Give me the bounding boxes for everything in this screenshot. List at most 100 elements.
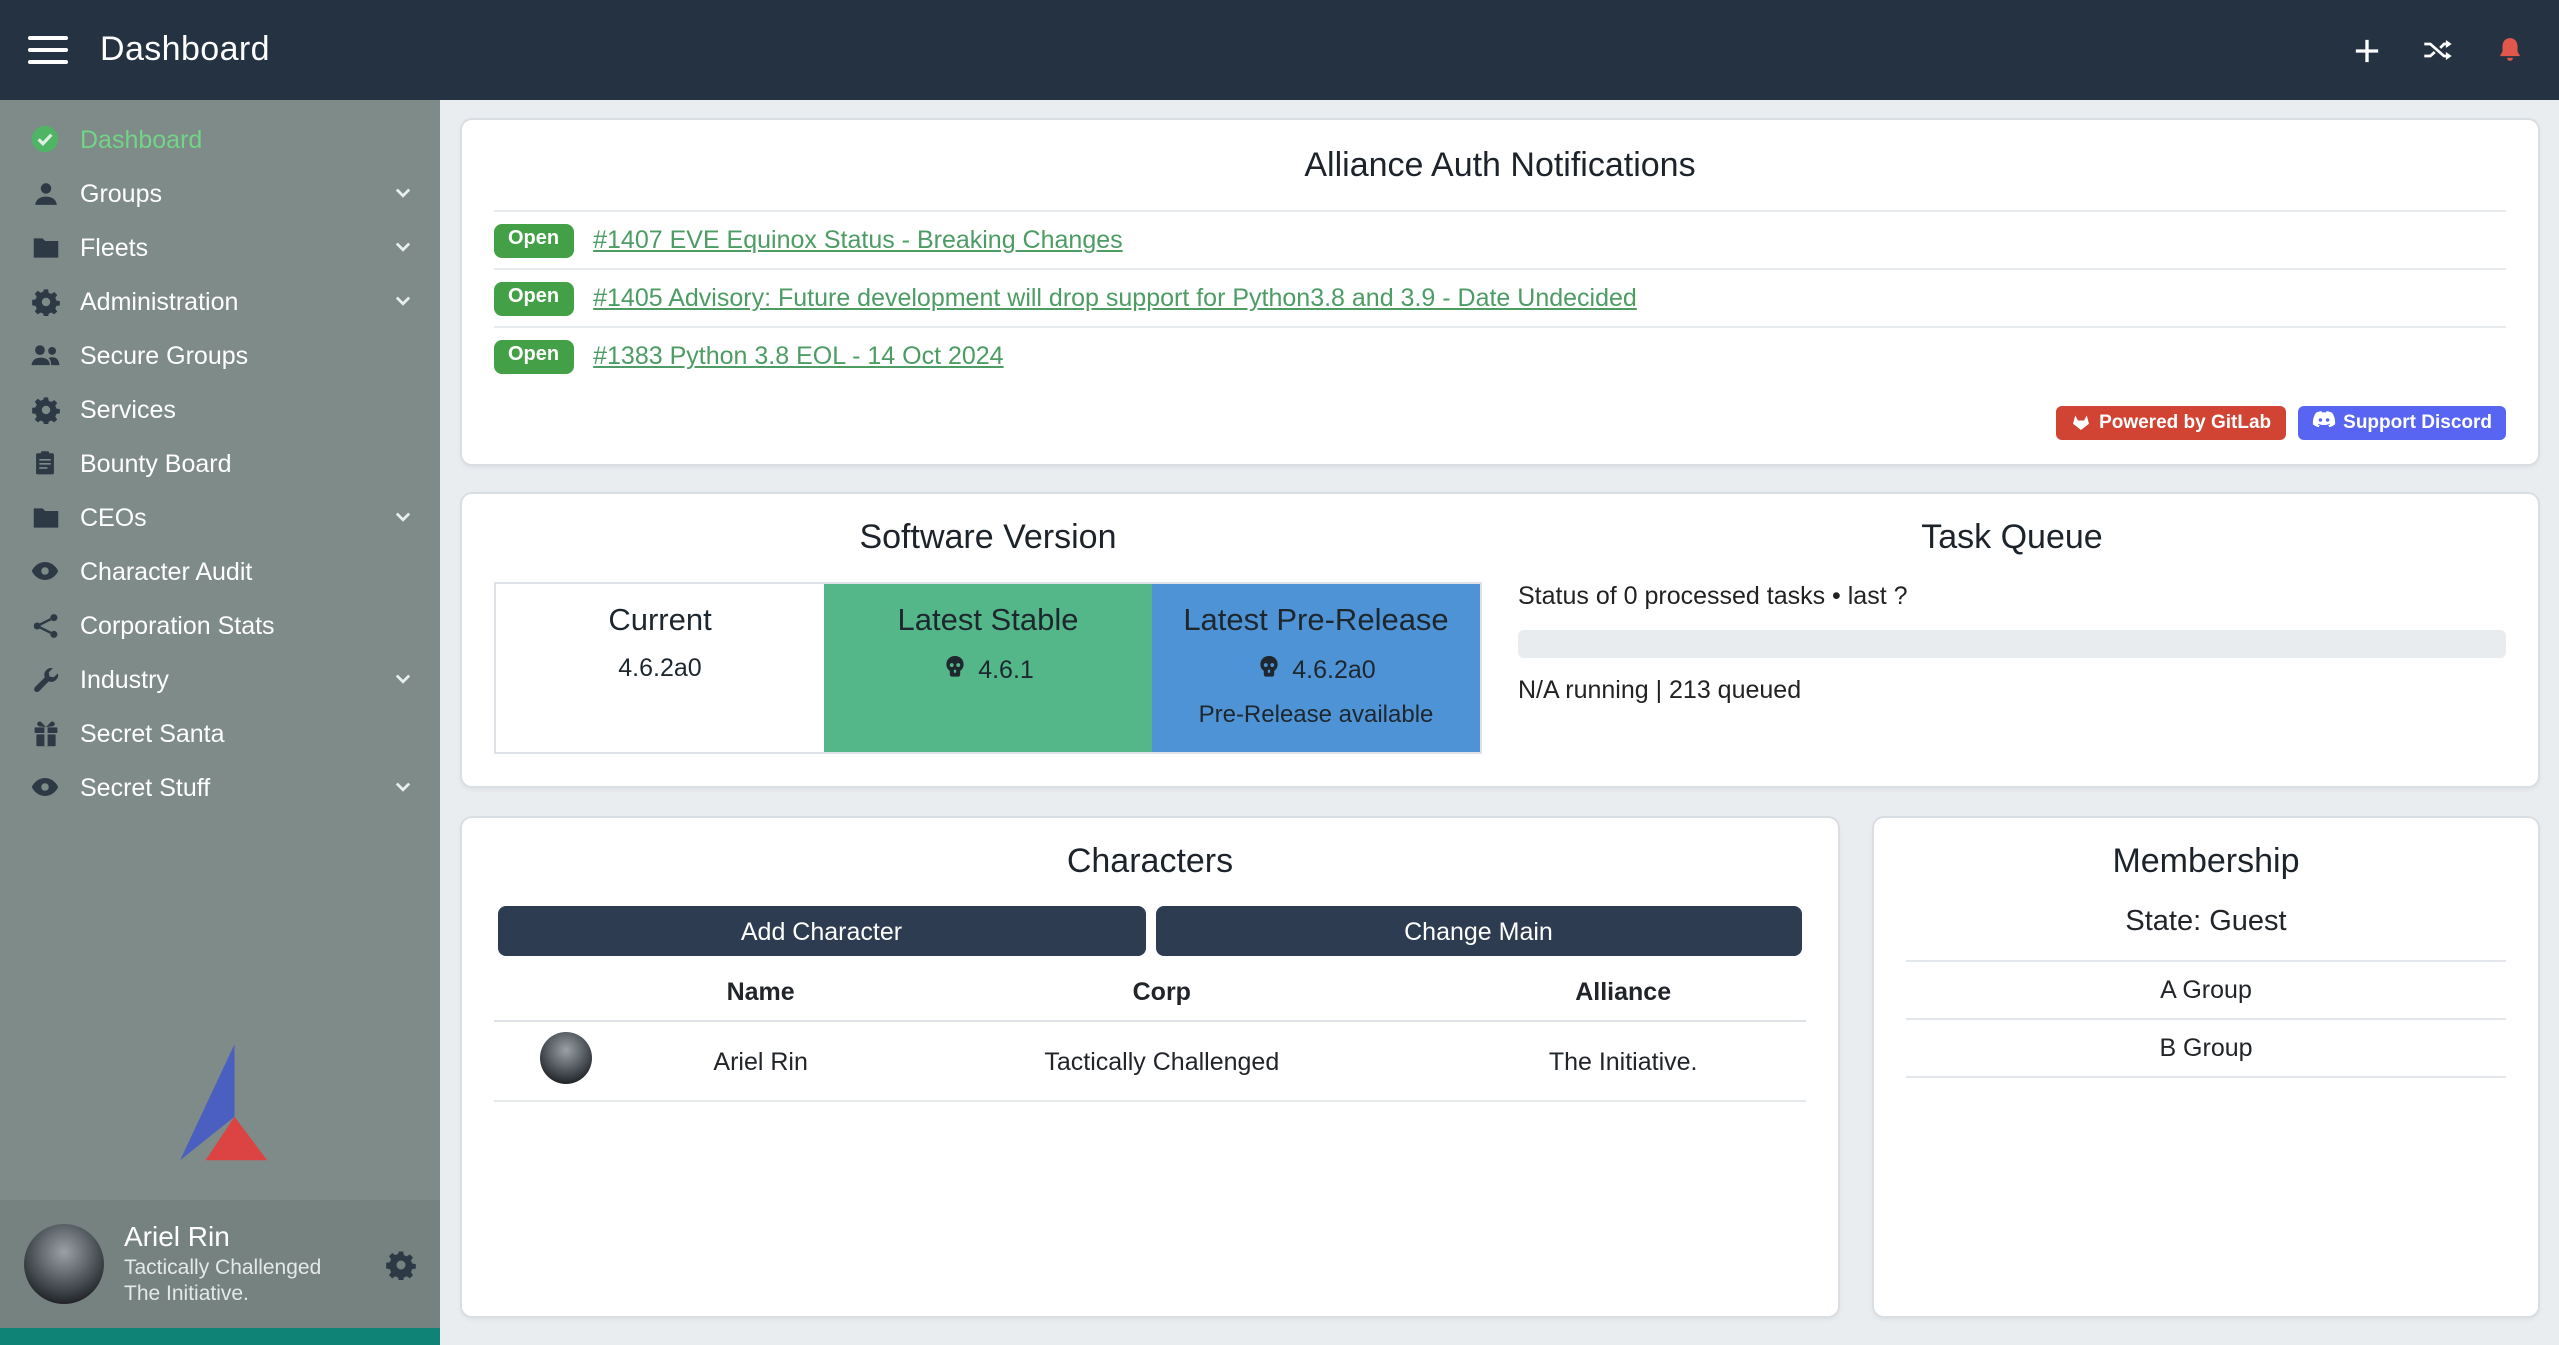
discord-badge[interactable]: Support Discord [2297,406,2506,440]
user-icon [28,177,62,209]
sidebar-item-label: Dashboard [80,125,414,153]
sidebar-item-label: Secret Stuff [80,773,392,801]
share-icon [28,609,62,641]
sidebar-item-fleets[interactable]: Fleets [0,220,440,274]
folder-icon [28,231,62,263]
task-queue-panel: Task Queue Status of 0 processed tasks •… [1518,518,2506,754]
sidebar-item-label: Secure Groups [80,341,414,369]
discord-icon [2311,410,2335,436]
membership-title: Membership [1906,842,2506,882]
skull-icon [942,654,968,686]
sidebar-item-dashboard[interactable]: Dashboard [0,112,440,166]
task-queue-title: Task Queue [1518,518,2506,558]
sidebar-item-secret-stuff[interactable]: Secret Stuff [0,760,440,814]
skull-icon [1256,654,1282,686]
sidebar: Dashboard GroupsFleets Administration Secur… [0,100,440,1345]
app-window: Dashboard Dashboard GroupsFleets Administr… [0,0,2559,1345]
change-main-button[interactable]: Change Main [1155,906,1802,956]
initiative-logo-icon [162,1041,278,1169]
version-prerelease: Latest Pre-Release 4.6.2a0 Pre-Release a… [1152,584,1480,752]
notification-link[interactable]: #1383 Python 3.8 EOL - 14 Oct 2024 [593,342,1003,370]
version-taskqueue-card: Software Version Current 4.6.2a0 Latest … [460,492,2540,788]
gears-icon [28,285,62,317]
topbar-actions [2354,36,2524,64]
clipboard-icon [28,447,62,479]
user-corp: Tactically Challenged [124,1256,321,1282]
discord-badge-label: Support Discord [2343,412,2492,434]
task-progress-bar [1518,630,2506,658]
version-current-value: 4.6.2a0 [618,654,701,682]
page-title: Dashboard [100,30,270,70]
sidebar-item-label: Industry [80,665,392,693]
sidebar-item-industry[interactable]: Industry [0,652,440,706]
version-table: Current 4.6.2a0 Latest Stable 4.6.1 [494,582,1482,754]
user-settings-gear-icon[interactable] [386,1249,416,1279]
sidebar-item-label: Secret Santa [80,719,414,747]
software-version-title: Software Version [494,518,1482,558]
top-navbar: Dashboard [0,0,2559,100]
add-character-button[interactable]: Add Character [498,906,1145,956]
version-prerelease-label: Latest Pre-Release [1164,604,1468,640]
notification-row: Open #1405 Advisory: Future development … [494,268,2506,326]
sidebar-nav: Dashboard GroupsFleets Administration Secur… [0,100,440,814]
wrench-icon [28,663,62,695]
notification-link[interactable]: #1405 Advisory: Future development will … [593,284,1637,312]
list-item: B Group [1906,1020,2506,1078]
sidebar-item-label: Services [80,395,414,423]
sidebar-item-secure-groups[interactable]: Secure Groups [0,328,440,382]
sidebar-item-bounty-board[interactable]: Bounty Board [0,436,440,490]
sidebar-item-secret-santa[interactable]: Secret Santa [0,706,440,760]
sidebar-footer-strip [0,1328,440,1345]
gears-icon [28,393,62,425]
column-header-alliance: Alliance [1440,964,1806,1021]
status-badge: Open [494,223,573,257]
version-stable-label: Latest Stable [836,604,1140,640]
status-badge: Open [494,339,573,373]
sidebar-item-ceos[interactable]: CEOs [0,490,440,544]
sidebar-item-services[interactable]: Services [0,382,440,436]
sidebar-item-label: Corporation Stats [80,611,414,639]
sidebar-item-label: CEOs [80,503,392,531]
sidebar-item-administration[interactable]: Administration [0,274,440,328]
user-name: Ariel Rin [124,1221,321,1256]
chevron-down-icon [392,668,414,690]
sidebar-item-corporation-stats[interactable]: Corporation Stats [0,598,440,652]
task-queue-status: Status of 0 processed tasks • last ? [1518,582,2506,610]
sidebar-item-groups[interactable]: Groups [0,166,440,220]
chevron-down-icon [392,182,414,204]
eye-icon [28,771,62,803]
membership-state: State: Guest [1906,906,2506,938]
character-alliance: The Initiative. [1440,1021,1806,1101]
column-header-corp: Corp [883,964,1440,1021]
notifications-title: Alliance Auth Notifications [494,146,2506,186]
characters-table-header: Name Corp Alliance [494,964,1806,1021]
version-stable-value: 4.6.1 [978,656,1034,684]
characters-card: Characters Add Character Change Main Nam… [460,816,1840,1318]
character-portrait [540,1032,592,1084]
sidebar-item-character-audit[interactable]: Character Audit [0,544,440,598]
column-header-name: Name [638,964,883,1021]
add-icon[interactable] [2354,37,2380,63]
shuffle-icon[interactable] [2422,38,2454,62]
notifications-bell-icon[interactable] [2496,36,2524,64]
software-version-panel: Software Version Current 4.6.2a0 Latest … [494,518,1482,754]
character-corp: Tactically Challenged [883,1021,1440,1101]
avatar-column-header [494,964,638,1021]
sidebar-item-label: Bounty Board [80,449,414,477]
user-info: Ariel Rin Tactically Challenged The Init… [124,1221,321,1309]
chevron-down-icon [392,290,414,312]
characters-table: Name Corp Alliance Ariel Rin Tactically … [494,964,1806,1102]
menu-toggle-icon[interactable] [28,35,68,65]
sidebar-item-label: Administration [80,287,392,315]
notification-row: Open #1383 Python 3.8 EOL - 14 Oct 2024 [494,326,2506,384]
gift-icon [28,717,62,749]
user-avatar [24,1224,104,1304]
gitlab-badge[interactable]: Powered by GitLab [2055,406,2285,440]
users-icon [28,339,62,371]
notification-row: Open #1407 EVE Equinox Status - Breaking… [494,210,2506,268]
gitlab-icon [2069,409,2091,437]
gitlab-badge-label: Powered by GitLab [2099,412,2271,434]
user-alliance: The Initiative. [124,1282,321,1308]
notification-link[interactable]: #1407 EVE Equinox Status - Breaking Chan… [593,226,1123,254]
version-current-label: Current [508,604,812,640]
